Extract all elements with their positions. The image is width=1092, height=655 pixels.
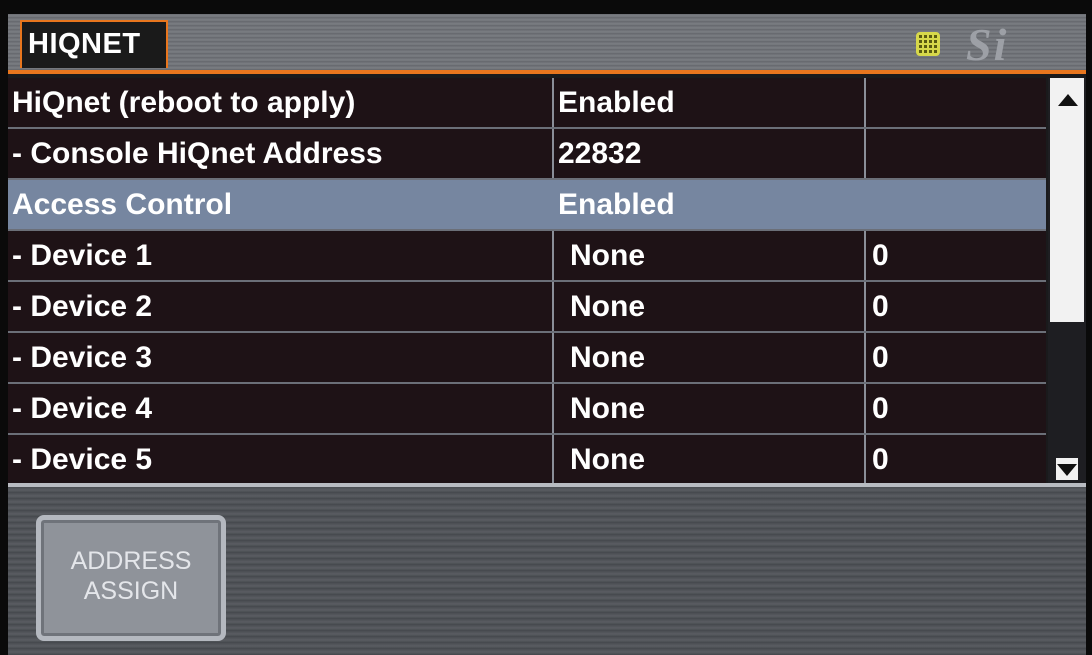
grid-icon[interactable] (916, 32, 940, 56)
row-value[interactable]: None (570, 384, 870, 433)
table-row-device-4[interactable]: - Device 4 None 0 (8, 384, 1046, 435)
hiqnet-screen: HIQNET Si HiQnet (reboot to apply) Enabl… (8, 14, 1086, 655)
row-value[interactable]: None (570, 282, 870, 331)
column-divider (864, 435, 866, 484)
brand-logo: Si (966, 19, 1009, 70)
arrow-down-icon[interactable] (1056, 458, 1078, 480)
row-label: Access Control (12, 188, 233, 221)
row-extra[interactable]: 0 (872, 333, 1042, 382)
row-extra[interactable]: 0 (872, 435, 1042, 484)
address-assign-button[interactable]: ADDRESS ASSIGN (36, 515, 226, 641)
row-label: - Device 4 (12, 392, 153, 425)
table-row-hiqnet[interactable]: HiQnet (reboot to apply) Enabled (8, 78, 1046, 129)
settings-table: HiQnet (reboot to apply) Enabled - Conso… (8, 78, 1046, 486)
arrow-up-icon[interactable] (1058, 94, 1078, 106)
column-divider (864, 78, 866, 127)
column-divider (552, 282, 554, 331)
row-value[interactable]: Enabled (558, 180, 858, 229)
page-title: HIQNET (28, 28, 141, 60)
table-row-device-2[interactable]: - Device 2 None 0 (8, 282, 1046, 333)
address-assign-label: ADDRESS ASSIGN (70, 547, 192, 605)
row-extra[interactable]: 0 (872, 282, 1042, 331)
row-value[interactable]: None (570, 231, 870, 280)
column-divider (552, 384, 554, 433)
column-divider (552, 333, 554, 382)
table-row-access-control[interactable]: Access Control Enabled (8, 180, 1046, 231)
table-row-device-1[interactable]: - Device 1 None 0 (8, 231, 1046, 282)
column-divider (552, 231, 554, 280)
column-divider (864, 333, 866, 382)
column-divider (552, 129, 554, 178)
table-row-console-address[interactable]: - Console HiQnet Address 22832 (8, 129, 1046, 180)
row-extra[interactable]: 0 (872, 384, 1042, 433)
row-label: - Device 3 (12, 341, 153, 374)
row-value[interactable]: None (570, 435, 870, 484)
scrollbar-thumb[interactable] (1050, 78, 1084, 322)
column-divider (864, 231, 866, 280)
vertical-scrollbar[interactable] (1048, 78, 1086, 483)
column-divider (864, 384, 866, 433)
column-divider (864, 282, 866, 331)
footer-panel: ADDRESS ASSIGN (8, 483, 1086, 655)
row-label: HiQnet (reboot to apply) (12, 86, 356, 119)
row-value[interactable]: 22832 (558, 129, 858, 178)
row-label: - Device 1 (12, 239, 153, 272)
row-label: - Device 5 (12, 443, 153, 476)
row-extra (872, 180, 1042, 229)
row-label: - Device 2 (12, 290, 153, 323)
table-row-device-5[interactable]: - Device 5 None 0 (8, 435, 1046, 486)
row-label: - Console HiQnet Address (12, 137, 383, 170)
column-divider (552, 435, 554, 484)
row-value[interactable]: None (570, 333, 870, 382)
column-divider (864, 129, 866, 178)
row-value[interactable]: Enabled (558, 78, 858, 127)
header-bar: HIQNET Si (8, 14, 1086, 74)
column-divider (552, 78, 554, 127)
row-extra (872, 78, 1042, 127)
row-extra (872, 129, 1042, 178)
row-extra[interactable]: 0 (872, 231, 1042, 280)
table-row-device-3[interactable]: - Device 3 None 0 (8, 333, 1046, 384)
